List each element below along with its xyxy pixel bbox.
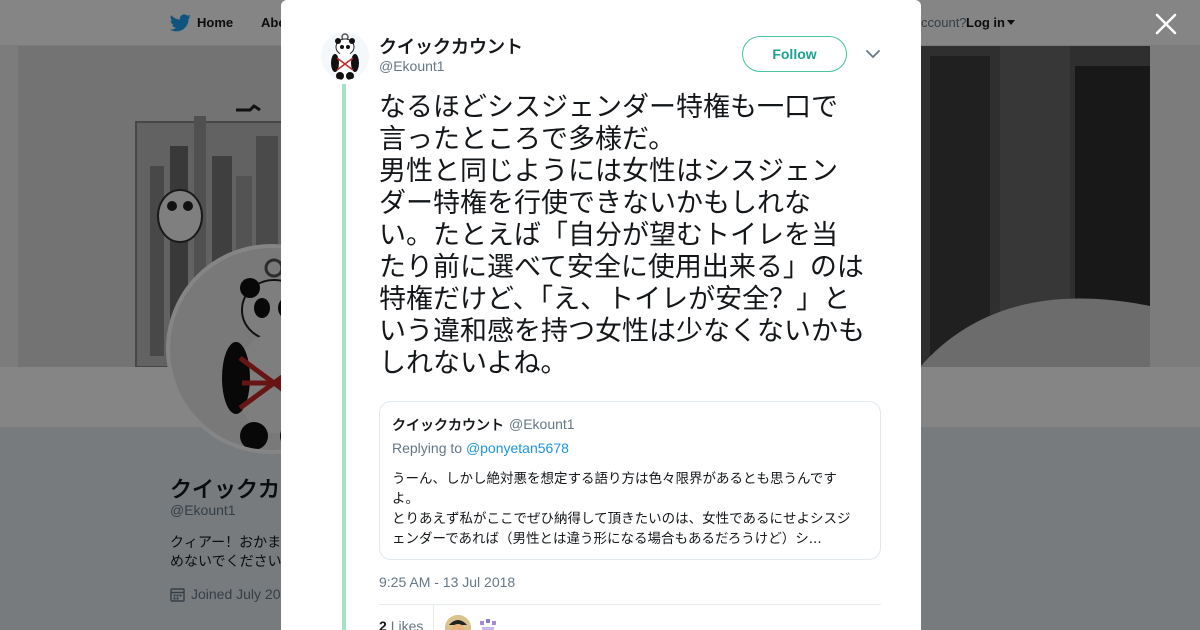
likes-label: Likes [390, 618, 424, 630]
likes-count[interactable]: 2 Likes [379, 618, 423, 630]
chevron-down-icon[interactable] [865, 48, 881, 60]
liker-avatar-image [475, 615, 501, 630]
liker-avatar[interactable] [445, 615, 471, 630]
quoted-tweet-card[interactable]: クイックカウント @Ekount1 Replying to @ponyetan5… [379, 401, 881, 560]
tweet-author-handle[interactable]: @Ekount1 [379, 58, 445, 74]
liker-avatar-image [445, 615, 471, 630]
close-icon[interactable] [1154, 12, 1178, 36]
quoted-author-name: クイックカウント [392, 418, 504, 434]
tweet-author-avatar[interactable] [321, 32, 369, 80]
stats-separator [433, 605, 434, 630]
tweet-modal: クイックカウント @Ekount1 Follow なるほどシスジェンダー特権も一… [281, 0, 921, 630]
replying-to-label: Replying to [392, 440, 463, 456]
panda-avatar-image [321, 32, 369, 80]
likes-number: 2 [379, 618, 387, 630]
quoted-tweet-text: うーん、しかし絶対悪を想定する語り方は色々限界があるとも思うんです よ。 とりあ… [392, 471, 851, 547]
quoted-author-handle: @Ekount1 [509, 416, 575, 432]
replying-to: Replying to @ponyetan5678 [392, 440, 569, 456]
tweet-timestamp[interactable]: 9:25 AM - 13 Jul 2018 [379, 574, 515, 590]
replying-to-link[interactable]: @ponyetan5678 [466, 440, 569, 456]
thread-line [342, 84, 346, 630]
tweet-text: なるほどシスジェンダー特権も一口で 言ったところで多様だ。 男性と同じようには女… [379, 92, 865, 379]
liker-avatar[interactable] [475, 615, 501, 630]
follow-button[interactable]: Follow [742, 36, 847, 72]
tweet-author-name[interactable]: クイックカウント [379, 33, 523, 59]
stats-divider [379, 604, 881, 605]
